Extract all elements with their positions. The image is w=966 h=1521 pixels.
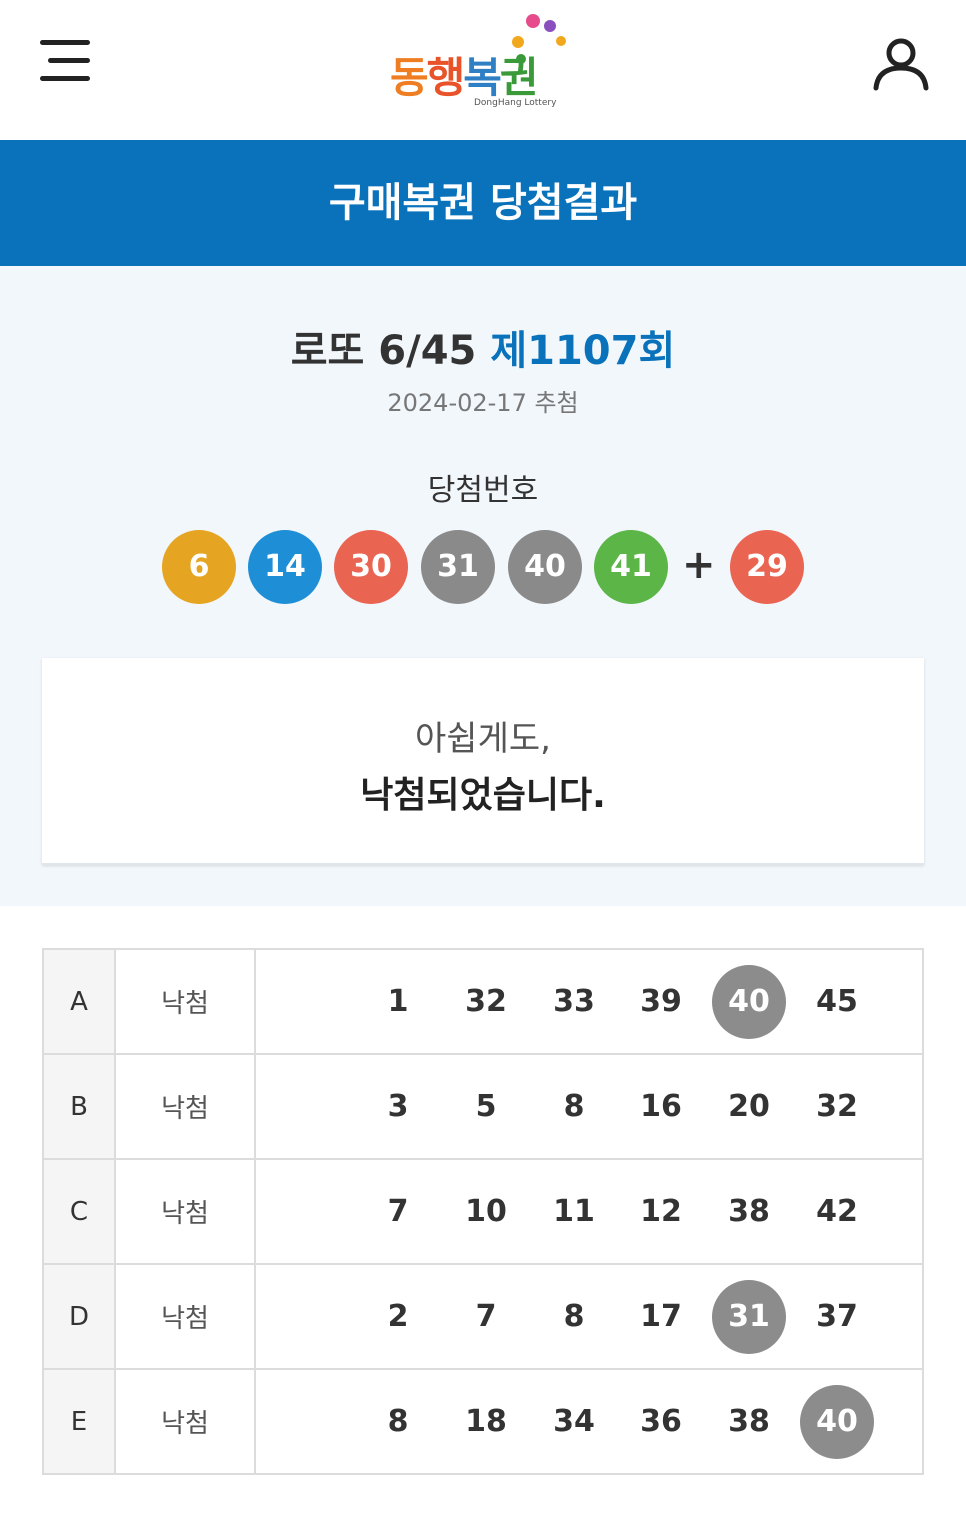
ticket-number: 45	[816, 983, 858, 1019]
ticket-game-label: D	[42, 1263, 116, 1370]
ticket-number: 7	[387, 1193, 409, 1229]
logo-wordmark: 동행복권	[390, 53, 539, 102]
table-row: B 낙첨 3 5 8 16 20 32	[42, 1053, 924, 1160]
plus-icon: +	[682, 542, 716, 588]
app-header: 동행복권 DongHang Lottery	[0, 0, 966, 140]
ticket-numbers: 8 18 34 36 38 40	[254, 1368, 924, 1475]
matched-number: 31	[712, 1279, 786, 1354]
donghang-lottery-logo[interactable]: 동행복권 DongHang Lottery	[390, 14, 580, 114]
matched-number: 40	[712, 964, 786, 1039]
ticket-number: 16	[640, 1088, 682, 1124]
table-row: E 낙첨 8 18 34 36 38 40	[42, 1368, 924, 1475]
logo-subtitle: DongHang Lottery	[474, 98, 557, 108]
draw-round: 제1107회	[490, 328, 676, 374]
ticket-numbers: 7 10 11 12 38 42	[254, 1158, 924, 1265]
ticket-numbers: 3 5 8 16 20 32	[254, 1053, 924, 1160]
ticket-number: 2	[387, 1298, 409, 1334]
ticket-number: 36	[640, 1403, 682, 1439]
winning-ball: 31	[421, 530, 495, 604]
winning-numbers-label: 당첨번호	[427, 473, 539, 508]
ticket-number: 7	[475, 1298, 497, 1334]
winning-ball: 6	[162, 530, 236, 604]
ticket-number: 38	[728, 1403, 770, 1439]
ticket-number: 32	[465, 983, 507, 1019]
ticket-number: 42	[816, 1193, 858, 1229]
user-icon[interactable]	[872, 36, 930, 92]
ticket-number: 3	[387, 1088, 409, 1124]
ticket-game-label: A	[42, 948, 116, 1055]
ticket-status: 낙첨	[114, 1158, 256, 1265]
winning-ball: 40	[508, 530, 582, 604]
ticket-number: 12	[640, 1193, 682, 1229]
result-message-box: 아쉽게도, 낙첨되었습니다.	[42, 658, 924, 865]
ticket-game-label: E	[42, 1368, 116, 1475]
ticket-number: 10	[465, 1193, 507, 1229]
result-message-line1: 아쉽게도,	[415, 719, 551, 759]
matched-number: 40	[800, 1384, 874, 1459]
draw-date: 2024-02-17 추첨	[387, 389, 579, 417]
ticket-number: 20	[728, 1088, 770, 1124]
ticket-number: 18	[465, 1403, 507, 1439]
winning-ball: 41	[594, 530, 668, 604]
hamburger-menu-icon[interactable]	[40, 40, 92, 84]
ticket-game-label: C	[42, 1158, 116, 1265]
winning-ball: 14	[248, 530, 322, 604]
result-message-line2: 낙첨되었습니다.	[360, 775, 606, 816]
winning-ball: 30	[334, 530, 408, 604]
ticket-number: 37	[816, 1298, 858, 1334]
ticket-status: 낙첨	[114, 948, 256, 1055]
table-row: D 낙첨 2 7 8 17 31 37	[42, 1263, 924, 1370]
ticket-status: 낙첨	[114, 1263, 256, 1370]
ticket-status: 낙첨	[114, 1053, 256, 1160]
ticket-status: 낙첨	[114, 1368, 256, 1475]
bonus-ball: 29	[730, 530, 804, 604]
table-row: A 낙첨 1 32 33 39 40 45	[42, 948, 924, 1055]
ticket-number: 11	[553, 1193, 595, 1229]
page-title-banner: 구매복권 당첨결과	[0, 140, 966, 266]
page-title: 구매복권 당첨결과	[328, 180, 638, 226]
ticket-number: 8	[387, 1403, 409, 1439]
ticket-number: 32	[816, 1088, 858, 1124]
ticket-game-label: B	[42, 1053, 116, 1160]
ticket-numbers: 1 32 33 39 40 45	[254, 948, 924, 1055]
ticket-number: 38	[728, 1193, 770, 1229]
ticket-table: A 낙첨 1 32 33 39 40 45 B 낙첨 3 5 8 16 20 32 C 낙첨 7 10 11 12 38 42…	[42, 948, 924, 1475]
table-row: C 낙첨 7 10 11 12 38 42	[42, 1158, 924, 1265]
ticket-number: 17	[640, 1298, 682, 1334]
ticket-number: 33	[553, 983, 595, 1019]
ticket-number: 8	[563, 1088, 585, 1124]
ticket-numbers: 2 7 8 17 31 37	[254, 1263, 924, 1370]
ticket-number: 1	[387, 983, 409, 1019]
ticket-number: 5	[475, 1088, 497, 1124]
ticket-number: 8	[563, 1298, 585, 1334]
ticket-number: 39	[640, 983, 682, 1019]
ticket-number: 34	[553, 1403, 595, 1439]
draw-title: 로또 6/45 제1107회	[0, 318, 966, 376]
game-name: 로또 6/45	[290, 328, 477, 374]
